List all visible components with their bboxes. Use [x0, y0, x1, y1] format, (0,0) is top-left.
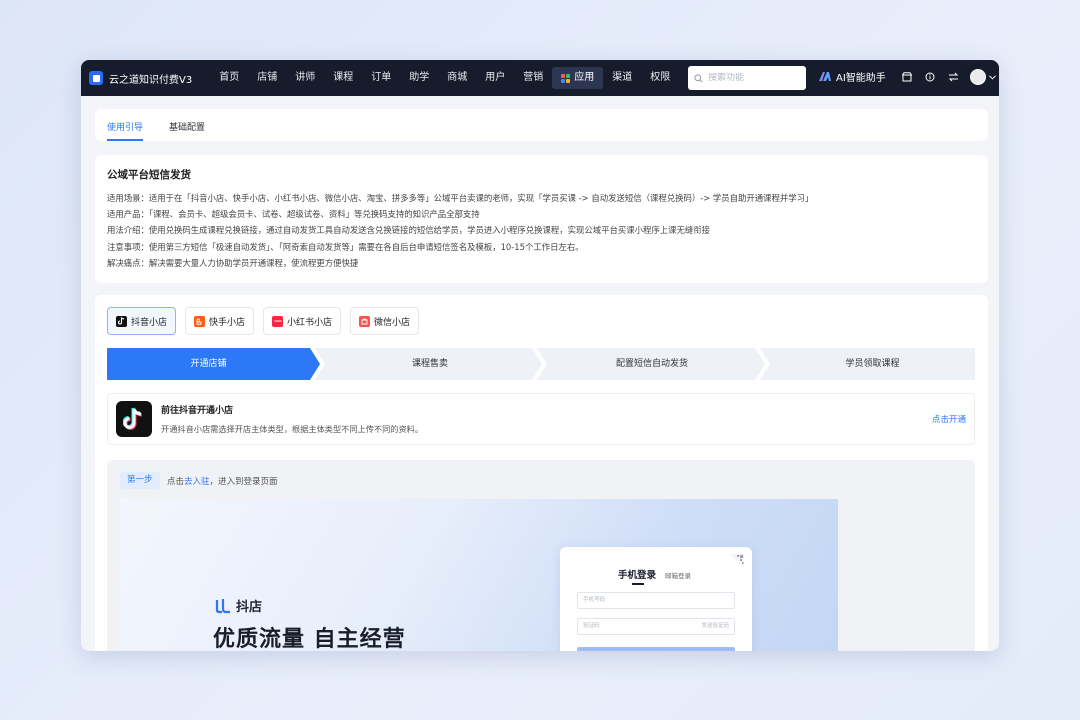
- doudian-brand: 抖店: [214, 596, 262, 615]
- doudian-logo-icon: [215, 598, 230, 613]
- search-box[interactable]: [688, 66, 806, 90]
- wechat-store-icon: [359, 315, 371, 327]
- intro-card: 公域平台短信发货 适用场景：适用于在「抖音小店、快手小店、小红书小店、微信小店、…: [95, 155, 988, 283]
- xiaohongshu-icon: [272, 315, 284, 327]
- intro-products: 适用产品：「课程、会员卡、超级会员卡、试卷、超级试卷、资料」等兑换码支持的知识产…: [107, 209, 480, 220]
- search-input[interactable]: [708, 73, 798, 83]
- platform-wechat-store-label: 微信小店: [374, 317, 411, 328]
- nav-item-order[interactable]: 订单: [362, 67, 400, 89]
- nav-item-apps-label: 应用: [574, 72, 595, 83]
- open-store-desc: 开通抖音小店需选择开店主体类型，根据主体类型不同上传不同的资料。: [161, 424, 424, 434]
- ai-logo-icon: [819, 72, 831, 81]
- nav-item-marketing[interactable]: 营销: [514, 67, 552, 89]
- platform-xiaohongshu[interactable]: 小红书小店: [263, 307, 342, 335]
- kuaishou-icon: [194, 315, 206, 327]
- douyin-logo-icon: [116, 401, 152, 437]
- douyin-icon: [116, 315, 127, 327]
- login-submit-button: [577, 647, 735, 651]
- page-tabs: 使用引导 基础配置: [95, 109, 988, 141]
- code-field-placeholder: 验证码: [583, 623, 600, 629]
- doudian-brand-name: 抖店: [236, 600, 263, 615]
- platform-wechat-store[interactable]: 微信小店: [350, 307, 420, 335]
- step-student-claim[interactable]: 学员领取课程: [770, 348, 975, 380]
- app-title: 云之道知识付费V3: [109, 74, 193, 86]
- platform-douyin-label: 抖音小店: [131, 317, 168, 328]
- intro-title: 公域平台短信发货: [107, 169, 191, 181]
- ai-assistant-label: AI智能助手: [836, 73, 886, 84]
- code-field: 验证码 发送验证码: [577, 618, 735, 635]
- step-sms-auto-delivery[interactable]: 配置短信自动发货: [547, 348, 757, 380]
- top-nav: 云之道知识付费V3 首页 店铺 讲师 课程 订单 助学 商城 用户 营销 应用 …: [81, 60, 999, 96]
- guide-card: 抖音小店 快手小店 小红书小店 微信小店 开通店铺 课程售卖 配置短信自动发货 …: [95, 295, 988, 651]
- send-code-text: 发送验证码: [701, 623, 729, 629]
- qr-code-icon: [730, 554, 744, 568]
- avatar[interactable]: [970, 69, 986, 85]
- open-store-link[interactable]: 点击开通: [932, 413, 966, 425]
- login-tabs: 手机登录 邮箱登录: [618, 567, 691, 585]
- step-instruction-prefix: 点击: [167, 477, 185, 487]
- intro-usage: 用法介绍：使用兑换码生成课程兑换链接，通过自动发货工具自动发送含兑换链接的短信给…: [107, 225, 710, 236]
- intro-scenario: 适用场景：适用于在「抖音小店、快手小店、小红书小店、微信小店、淘宝、拼多多等」公…: [107, 193, 814, 203]
- chevron-down-icon[interactable]: [989, 72, 996, 83]
- nav-item-mall[interactable]: 商城: [438, 67, 476, 89]
- nav-item-apps[interactable]: 应用: [552, 67, 604, 89]
- phone-field: 手机号码: [577, 592, 735, 609]
- tab-guide[interactable]: 使用引导: [107, 120, 144, 141]
- intro-pain-points: 解决痛点：解决需要大量人力协助学员开通课程，使流程更方便快捷: [107, 257, 359, 268]
- step-open-store[interactable]: 开通店铺: [107, 348, 310, 380]
- nav-item-course[interactable]: 课程: [324, 67, 362, 89]
- platform-kuaishou-label: 快手小店: [209, 317, 246, 328]
- open-store-card: 前往抖音开通小店 开通抖音小店需选择开店主体类型，根据主体类型不同上传不同的资料…: [107, 393, 975, 445]
- doudian-slogan: 优质流量 自主经营: [213, 627, 406, 651]
- platform-xiaohongshu-label: 小红书小店: [287, 317, 333, 328]
- app-logo[interactable]: 云之道知识付费V3: [89, 71, 192, 86]
- intro-notes: 注意事项：使用第三方短信「极速自动发货」、「阿奇索自动发货等」需要在各自后台申请…: [107, 241, 584, 252]
- step-instruction-suffix: ，进入到登录页面: [209, 477, 278, 487]
- step-progress: 开通店铺 课程售卖 配置短信自动发货 学员领取课程: [107, 348, 975, 380]
- nav-item-user[interactable]: 用户: [476, 67, 514, 89]
- info-icon[interactable]: [924, 71, 936, 83]
- nav-item-channel[interactable]: 渠道: [603, 67, 641, 89]
- nav-item-lecturer[interactable]: 讲师: [286, 67, 324, 89]
- login-page-screenshot: 抖店 优质流量 自主经营 手机登录 邮箱登录 手机号码 验证码 发送验证码: [120, 499, 838, 651]
- apps-grid-icon: [561, 73, 571, 83]
- tab-phone-login: 手机登录: [618, 567, 656, 585]
- tab-basic-config[interactable]: 基础配置: [169, 120, 205, 141]
- platform-douyin[interactable]: 抖音小店: [107, 307, 177, 335]
- platform-kuaishou[interactable]: 快手小店: [185, 307, 255, 335]
- topnav-right-tools: [901, 69, 996, 85]
- nav-item-permission[interactable]: 权限: [641, 67, 679, 89]
- store-icon[interactable]: [901, 71, 913, 83]
- open-store-title: 前往抖音开通小店: [161, 406, 234, 416]
- nav-item-study-aid[interactable]: 助学: [400, 67, 438, 89]
- platform-selector: 抖音小店 快手小店 小红书小店 微信小店: [107, 307, 420, 335]
- app-window: 云之道知识付费V3 首页 店铺 讲师 课程 订单 助学 商城 用户 营销 应用 …: [81, 60, 999, 651]
- step-instruction: 点击去入驻，进入到登录页面: [167, 475, 278, 487]
- nav-item-home[interactable]: 首页: [210, 67, 248, 89]
- tab-email-login: 邮箱登录: [665, 572, 692, 580]
- login-panel: 手机登录 邮箱登录 手机号码 验证码 发送验证码: [560, 547, 752, 651]
- nav-item-store[interactable]: 店铺: [248, 67, 286, 89]
- step-tag: 第一步: [120, 472, 160, 489]
- search-icon: [694, 73, 703, 82]
- nav-menu: 首页 店铺 讲师 课程 订单 助学 商城 用户 营销 应用 渠道 权限: [210, 67, 679, 89]
- ai-assistant-button[interactable]: AI智能助手: [818, 69, 886, 84]
- go-register-link[interactable]: 去入驻: [184, 477, 210, 487]
- switch-icon[interactable]: [947, 71, 959, 83]
- guide-step-area: 第一步 点击去入驻，进入到登录页面 抖店 优质流量 自主经营 手机登录 邮箱登录: [107, 460, 975, 651]
- step-course-sales[interactable]: 课程售卖: [325, 348, 535, 380]
- logo-icon: [89, 71, 103, 85]
